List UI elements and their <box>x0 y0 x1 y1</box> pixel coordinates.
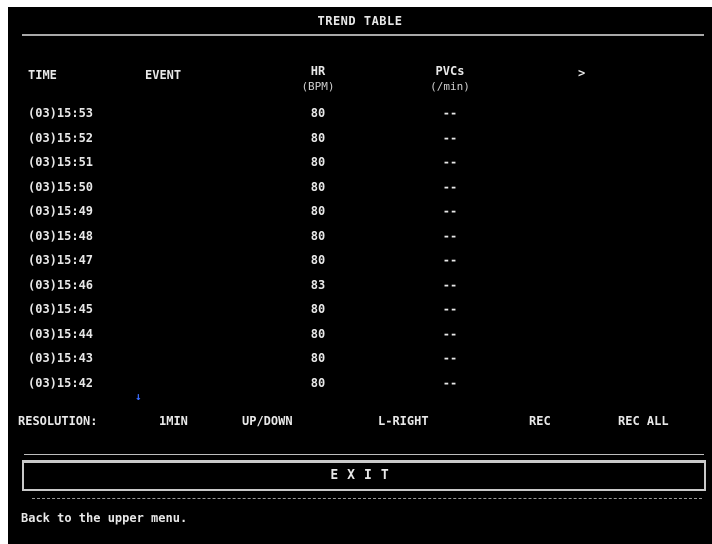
row-hr: 80 <box>310 326 326 341</box>
arrow-down-icon: ↓ <box>135 390 142 403</box>
column-header-hr-label: HR <box>310 64 326 78</box>
column-header-pvcs-label: PVCs <box>435 64 465 78</box>
row-pvcs: -- <box>442 179 458 194</box>
row-time: (03)15:43 <box>28 351 94 365</box>
status-help-text: Back to the upper menu. <box>21 511 188 525</box>
row-hr: 80 <box>310 375 326 390</box>
table-row: (03)15:45 80 -- <box>8 299 712 319</box>
table-row: (03)15:47 80 -- <box>8 250 712 270</box>
row-pvcs: -- <box>442 302 458 316</box>
row-time: (03)15:49 <box>28 204 94 218</box>
exit-button[interactable]: EXIT <box>22 454 706 491</box>
row-pvcs: -- <box>442 228 458 243</box>
row-time: (03)15:53 <box>28 106 94 120</box>
table-row: (03)15:51 80 -- <box>8 152 712 172</box>
row-hr: 80 <box>310 179 326 194</box>
row-pvcs: -- <box>442 326 458 341</box>
row-time: (03)15:47 <box>28 253 94 267</box>
page-title: TREND TABLE <box>317 14 403 28</box>
up-down-button[interactable]: UP/DOWN <box>242 414 293 428</box>
column-header-pvcs-unit: (/min) <box>430 80 470 93</box>
row-pvcs: -- <box>442 204 458 218</box>
dashed-divider <box>32 498 702 499</box>
row-pvcs: -- <box>442 351 458 365</box>
row-time: (03)15:44 <box>28 326 94 341</box>
row-time: (03)15:50 <box>28 179 94 194</box>
table-row: (03)15:46 83 -- <box>8 275 712 295</box>
table-row: (03)15:48 80 -- <box>8 226 712 246</box>
resolution-label: RESOLUTION: <box>18 414 98 428</box>
table-row: (03)15:44 80 -- <box>8 324 712 344</box>
row-hr: 80 <box>310 228 326 243</box>
chevron-right-icon[interactable]: > <box>578 66 585 81</box>
column-header-hr-unit: (BPM) <box>301 80 335 93</box>
rec-all-button[interactable]: REC ALL <box>618 414 669 428</box>
row-hr: 83 <box>310 277 326 292</box>
l-right-button[interactable]: L-RIGHT <box>378 414 429 428</box>
row-time: (03)15:46 <box>28 277 94 292</box>
row-hr: 80 <box>310 130 326 145</box>
row-pvcs: -- <box>442 106 458 120</box>
row-hr: 80 <box>310 155 326 169</box>
row-hr: 80 <box>310 204 326 218</box>
table-row: (03)15:52 80 -- <box>8 128 712 148</box>
table-row: (03)15:49 80 -- <box>8 201 712 221</box>
row-time: (03)15:42 <box>28 375 94 390</box>
column-header-hr: HR (BPM) <box>288 64 348 94</box>
table-row: (03)15:43 80 -- <box>8 348 712 368</box>
row-time: (03)15:52 <box>28 130 94 145</box>
column-header-time: TIME <box>28 68 57 82</box>
row-pvcs: -- <box>442 130 458 145</box>
column-header-pvcs: PVCs (/min) <box>420 64 480 94</box>
table-row: (03)15:53 80 -- <box>8 103 712 123</box>
row-hr: 80 <box>310 106 326 120</box>
resolution-button[interactable]: 1MIN <box>159 414 188 428</box>
title-divider <box>22 34 704 36</box>
monitor-screen: TREND TABLE TIME EVENT HR (BPM) PVCs (/m… <box>8 7 712 544</box>
row-time: (03)15:48 <box>28 228 94 243</box>
column-header-event: EVENT <box>145 68 182 82</box>
table-row: (03)15:50 80 -- <box>8 177 712 197</box>
row-hr: 80 <box>310 351 326 365</box>
row-pvcs: -- <box>442 155 458 169</box>
row-pvcs: -- <box>442 277 458 292</box>
row-pvcs: -- <box>442 253 458 267</box>
row-time: (03)15:45 <box>28 302 94 316</box>
row-hr: 80 <box>310 253 326 267</box>
row-pvcs: -- <box>442 375 458 390</box>
table-row: (03)15:42 80 -- <box>8 373 712 393</box>
rec-button[interactable]: REC <box>529 414 551 428</box>
row-hr: 80 <box>310 302 326 316</box>
row-time: (03)15:51 <box>28 155 94 169</box>
